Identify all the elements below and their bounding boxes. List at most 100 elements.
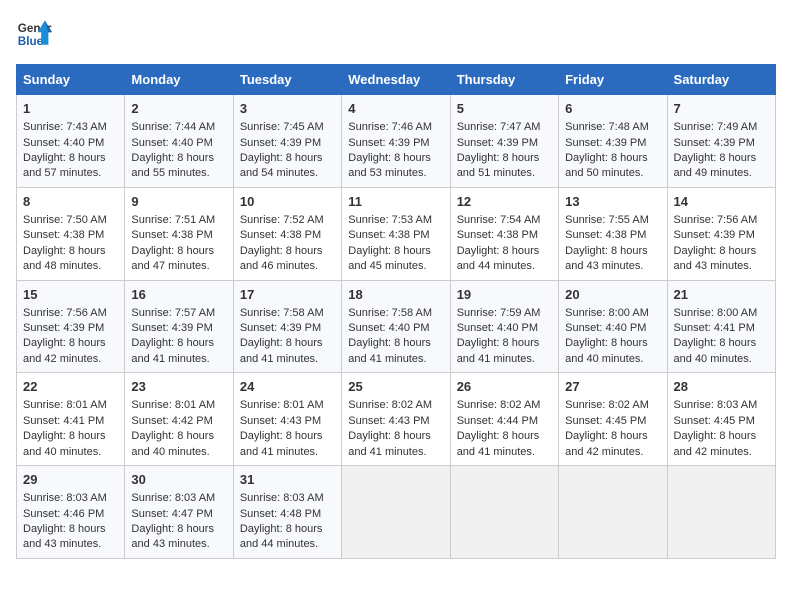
day-info: Sunrise: 8:01 AMSunset: 4:43 PMDaylight:…: [240, 399, 324, 457]
day-number: 22: [23, 378, 118, 396]
calendar-cell: 23Sunrise: 8:01 AMSunset: 4:42 PMDayligh…: [125, 373, 233, 466]
day-info: Sunrise: 7:44 AMSunset: 4:40 PMDaylight:…: [131, 121, 215, 179]
calendar-cell: 27Sunrise: 8:02 AMSunset: 4:45 PMDayligh…: [559, 373, 667, 466]
calendar-cell: 14 Sunrise: 7:56 AMSunset: 4:39 PMDayligh…: [667, 187, 775, 280]
day-number: 24: [240, 378, 335, 396]
calendar-cell: 5 Sunrise: 7:47 AMSunset: 4:39 PMDaylight…: [450, 95, 558, 188]
day-info: Sunrise: 8:01 AMSunset: 4:41 PMDaylight:…: [23, 399, 107, 457]
day-info: Sunrise: 8:02 AMSunset: 4:44 PMDaylight:…: [457, 399, 541, 457]
day-header-friday: Friday: [559, 65, 667, 95]
calendar-cell: [450, 466, 558, 559]
calendar-cell: 24 Sunrise: 8:01 AMSunset: 4:43 PMDayligh…: [233, 373, 341, 466]
day-number: 25: [348, 378, 443, 396]
calendar-cell: 21 Sunrise: 8:00 AMSunset: 4:41 PMDayligh…: [667, 280, 775, 373]
calendar-cell: 2 Sunrise: 7:44 AMSunset: 4:40 PMDaylight…: [125, 95, 233, 188]
day-info: Sunrise: 7:43 AMSunset: 4:40 PMDaylight:…: [23, 121, 107, 179]
calendar-cell: 30 Sunrise: 8:03 AMSunset: 4:47 PMDayligh…: [125, 466, 233, 559]
day-info: Sunrise: 7:48 AMSunset: 4:39 PMDaylight:…: [565, 121, 649, 179]
day-number: 10: [240, 193, 335, 211]
day-info: Sunrise: 7:46 AMSunset: 4:39 PMDaylight:…: [348, 121, 432, 179]
day-info: Sunrise: 7:45 AMSunset: 4:39 PMDaylight:…: [240, 121, 324, 179]
day-number: 9: [131, 193, 226, 211]
calendar-cell: 22 Sunrise: 8:01 AMSunset: 4:41 PMDayligh…: [17, 373, 125, 466]
day-info: Sunrise: 7:51 AMSunset: 4:38 PMDaylight:…: [131, 214, 215, 272]
day-number: 18: [348, 286, 443, 304]
day-header-monday: Monday: [125, 65, 233, 95]
day-info: Sunrise: 7:49 AMSunset: 4:39 PMDaylight:…: [674, 121, 758, 179]
day-info: Sunrise: 7:47 AMSunset: 4:39 PMDaylight:…: [457, 121, 541, 179]
calendar-cell: 29 Sunrise: 8:03 AMSunset: 4:46 PMDayligh…: [17, 466, 125, 559]
day-number: 6: [565, 100, 660, 118]
day-number: 4: [348, 100, 443, 118]
day-number: 29: [23, 471, 118, 489]
day-number: 5: [457, 100, 552, 118]
day-header-thursday: Thursday: [450, 65, 558, 95]
calendar-cell: 6 Sunrise: 7:48 AMSunset: 4:39 PMDaylight…: [559, 95, 667, 188]
calendar-cell: [342, 466, 450, 559]
calendar-cell: 11 Sunrise: 7:53 AMSunset: 4:38 PMDayligh…: [342, 187, 450, 280]
day-info: Sunrise: 7:50 AMSunset: 4:38 PMDaylight:…: [23, 214, 107, 272]
day-number: 8: [23, 193, 118, 211]
day-number: 15: [23, 286, 118, 304]
day-info: Sunrise: 8:03 AMSunset: 4:48 PMDaylight:…: [240, 492, 324, 550]
day-number: 26: [457, 378, 552, 396]
calendar-cell: 15 Sunrise: 7:56 AMSunset: 4:39 PMDayligh…: [17, 280, 125, 373]
svg-text:Blue: Blue: [18, 35, 44, 48]
day-info: Sunrise: 7:56 AMSunset: 4:39 PMDaylight:…: [674, 214, 758, 272]
day-info: Sunrise: 8:00 AMSunset: 4:41 PMDaylight:…: [674, 307, 758, 365]
calendar-cell: 17 Sunrise: 7:58 AMSunset: 4:39 PMDayligh…: [233, 280, 341, 373]
day-info: Sunrise: 7:58 AMSunset: 4:39 PMDaylight:…: [240, 307, 324, 365]
day-number: 7: [674, 100, 769, 118]
day-header-tuesday: Tuesday: [233, 65, 341, 95]
calendar-cell: [667, 466, 775, 559]
day-number: 20: [565, 286, 660, 304]
calendar-cell: 16 Sunrise: 7:57 AMSunset: 4:39 PMDayligh…: [125, 280, 233, 373]
calendar-cell: 1 Sunrise: 7:43 AMSunset: 4:40 PMDaylight…: [17, 95, 125, 188]
day-number: 17: [240, 286, 335, 304]
day-info: Sunrise: 7:59 AMSunset: 4:40 PMDaylight:…: [457, 307, 541, 365]
day-number: 1: [23, 100, 118, 118]
calendar-cell: 20 Sunrise: 8:00 AMSunset: 4:40 PMDayligh…: [559, 280, 667, 373]
calendar-cell: 12 Sunrise: 7:54 AMSunset: 4:38 PMDayligh…: [450, 187, 558, 280]
day-number: 12: [457, 193, 552, 211]
calendar-table: SundayMondayTuesdayWednesdayThursdayFrid…: [16, 64, 776, 559]
calendar-cell: 8 Sunrise: 7:50 AMSunset: 4:38 PMDaylight…: [17, 187, 125, 280]
day-number: 27: [565, 378, 660, 396]
day-number: 30: [131, 471, 226, 489]
day-header-sunday: Sunday: [17, 65, 125, 95]
day-number: 28: [674, 378, 769, 396]
day-info: Sunrise: 7:56 AMSunset: 4:39 PMDaylight:…: [23, 307, 107, 365]
day-info: Sunrise: 7:57 AMSunset: 4:39 PMDaylight:…: [131, 307, 215, 365]
calendar-cell: 7 Sunrise: 7:49 AMSunset: 4:39 PMDaylight…: [667, 95, 775, 188]
calendar-cell: 26 Sunrise: 8:02 AMSunset: 4:44 PMDayligh…: [450, 373, 558, 466]
day-info: Sunrise: 8:03 AMSunset: 4:47 PMDaylight:…: [131, 492, 215, 550]
day-info: Sunrise: 7:52 AMSunset: 4:38 PMDaylight:…: [240, 214, 324, 272]
day-info: Sunrise: 8:01 AMSunset: 4:42 PMDaylight:…: [131, 399, 215, 457]
calendar-cell: 13 Sunrise: 7:55 AMSunset: 4:38 PMDayligh…: [559, 187, 667, 280]
calendar-cell: 4 Sunrise: 7:46 AMSunset: 4:39 PMDaylight…: [342, 95, 450, 188]
day-number: 21: [674, 286, 769, 304]
day-info: Sunrise: 8:00 AMSunset: 4:40 PMDaylight:…: [565, 307, 649, 365]
day-info: Sunrise: 7:58 AMSunset: 4:40 PMDaylight:…: [348, 307, 432, 365]
calendar-cell: 19Sunrise: 7:59 AMSunset: 4:40 PMDayligh…: [450, 280, 558, 373]
day-number: 11: [348, 193, 443, 211]
page-header: General Blue: [16, 16, 776, 52]
day-number: 16: [131, 286, 226, 304]
calendar-cell: 31 Sunrise: 8:03 AMSunset: 4:48 PMDayligh…: [233, 466, 341, 559]
day-number: 3: [240, 100, 335, 118]
day-header-saturday: Saturday: [667, 65, 775, 95]
calendar-cell: 9 Sunrise: 7:51 AMSunset: 4:38 PMDaylight…: [125, 187, 233, 280]
day-info: Sunrise: 7:54 AMSunset: 4:38 PMDaylight:…: [457, 214, 541, 272]
day-number: 13: [565, 193, 660, 211]
day-info: Sunrise: 7:53 AMSunset: 4:38 PMDaylight:…: [348, 214, 432, 272]
day-number: 14: [674, 193, 769, 211]
day-info: Sunrise: 7:55 AMSunset: 4:38 PMDaylight:…: [565, 214, 649, 272]
calendar-cell: 10 Sunrise: 7:52 AMSunset: 4:38 PMDayligh…: [233, 187, 341, 280]
day-info: Sunrise: 8:03 AMSunset: 4:46 PMDaylight:…: [23, 492, 107, 550]
day-info: Sunrise: 8:03 AMSunset: 4:45 PMDaylight:…: [674, 399, 758, 457]
calendar-cell: 25Sunrise: 8:02 AMSunset: 4:43 PMDayligh…: [342, 373, 450, 466]
day-number: 31: [240, 471, 335, 489]
day-number: 2: [131, 100, 226, 118]
day-header-wednesday: Wednesday: [342, 65, 450, 95]
calendar-cell: [559, 466, 667, 559]
